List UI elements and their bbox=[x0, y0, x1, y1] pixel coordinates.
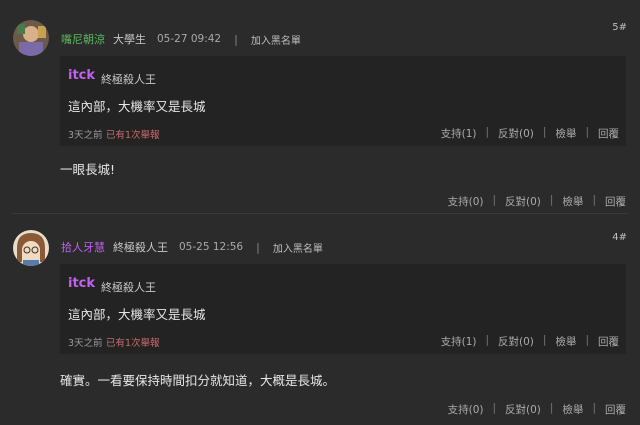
username[interactable]: 嘴尼朝涼 bbox=[61, 31, 105, 47]
support-button[interactable]: 支持(0) bbox=[448, 194, 484, 209]
floor-number: 4# bbox=[612, 232, 627, 243]
user-title: 終極殺人王 bbox=[113, 241, 168, 254]
quote-actions: 支持(1) | 反對(0) | 檢舉 | 回覆 bbox=[441, 334, 619, 349]
separator: | bbox=[492, 402, 497, 414]
quote-report-count: 已有1次舉報 bbox=[106, 338, 160, 349]
comment-item: 拾人牙慧 終極殺人王 05-25 12:56 | 加入黑名單 4# itck 終… bbox=[0, 214, 640, 425]
separator: | bbox=[592, 194, 596, 206]
quote-text: 這內部，大機率又是長城 bbox=[68, 307, 206, 322]
reply-button[interactable]: 回覆 bbox=[598, 126, 619, 141]
username[interactable]: 拾人牙慧 bbox=[61, 239, 105, 255]
report-button[interactable]: 檢舉 bbox=[562, 402, 583, 417]
report-button[interactable]: 檢舉 bbox=[562, 194, 583, 209]
user-title: 大學生 bbox=[113, 33, 146, 46]
separator: | bbox=[549, 402, 554, 414]
quote-time-ago: 3天之前 bbox=[68, 338, 103, 349]
quote-user-title: 終極殺人王 bbox=[101, 281, 156, 294]
timestamp: 05-25 12:56 bbox=[179, 241, 244, 253]
separator: | bbox=[485, 334, 490, 346]
oppose-button[interactable]: 反對(0) bbox=[498, 126, 534, 141]
comment-actions: 支持(0) | 反對(0) | 檢舉 | 回覆 bbox=[448, 402, 626, 417]
quote-time-ago: 3天之前 bbox=[68, 130, 103, 141]
timestamp: 05-27 09:42 bbox=[157, 33, 222, 45]
report-button[interactable]: 檢舉 bbox=[555, 334, 576, 349]
comment-text: 一眼長城! bbox=[60, 162, 116, 177]
quote-username[interactable]: itck bbox=[68, 276, 95, 291]
quote-actions: 支持(1) | 反對(0) | 檢舉 | 回覆 bbox=[441, 126, 619, 141]
separator: | bbox=[585, 334, 589, 346]
oppose-button[interactable]: 反對(0) bbox=[505, 402, 541, 417]
support-button[interactable]: 支持(1) bbox=[441, 334, 477, 349]
separator: | bbox=[549, 194, 554, 206]
reply-button[interactable]: 回覆 bbox=[605, 402, 626, 417]
quote-report-count: 已有1次舉報 bbox=[106, 130, 160, 141]
quoted-comment: itck 終極殺人王 這內部，大機率又是長城 3天之前 已有1次舉報 支持(1)… bbox=[60, 264, 626, 354]
quote-user-title: 終極殺人王 bbox=[101, 73, 156, 86]
separator: | bbox=[234, 32, 238, 46]
avatar[interactable] bbox=[13, 230, 49, 266]
separator: | bbox=[256, 240, 260, 254]
support-button[interactable]: 支持(0) bbox=[448, 402, 484, 417]
reply-button[interactable]: 回覆 bbox=[598, 334, 619, 349]
add-blacklist-link[interactable]: 加入黑名單 bbox=[251, 32, 301, 47]
separator: | bbox=[485, 126, 490, 138]
report-button[interactable]: 檢舉 bbox=[555, 126, 576, 141]
separator: | bbox=[542, 334, 547, 346]
separator: | bbox=[492, 194, 497, 206]
comment-header: 拾人牙慧 終極殺人王 05-25 12:56 | 加入黑名單 bbox=[61, 238, 323, 256]
separator: | bbox=[542, 126, 547, 138]
quoted-comment: itck 終極殺人王 這內部，大機率又是長城 3天之前 已有1次舉報 支持(1)… bbox=[60, 56, 626, 146]
separator: | bbox=[592, 402, 596, 414]
quote-username[interactable]: itck bbox=[68, 68, 95, 83]
comment-actions: 支持(0) | 反對(0) | 檢舉 | 回覆 bbox=[448, 194, 626, 209]
avatar[interactable] bbox=[13, 20, 49, 56]
support-button[interactable]: 支持(1) bbox=[441, 126, 477, 141]
oppose-button[interactable]: 反對(0) bbox=[498, 334, 534, 349]
comment-text: 確實。一看要保持時間扣分就知道，大概是長城。 bbox=[60, 373, 336, 388]
comment-item: 嘴尼朝涼 大學生 05-27 09:42 | 加入黑名單 5# itck 終極殺… bbox=[0, 0, 640, 214]
reply-button[interactable]: 回覆 bbox=[605, 194, 626, 209]
separator: | bbox=[585, 126, 589, 138]
floor-number: 5# bbox=[612, 22, 627, 33]
oppose-button[interactable]: 反對(0) bbox=[505, 194, 541, 209]
comment-header: 嘴尼朝涼 大學生 05-27 09:42 | 加入黑名單 bbox=[61, 30, 301, 48]
quote-text: 這內部，大機率又是長城 bbox=[68, 99, 206, 114]
add-blacklist-link[interactable]: 加入黑名單 bbox=[273, 240, 323, 255]
